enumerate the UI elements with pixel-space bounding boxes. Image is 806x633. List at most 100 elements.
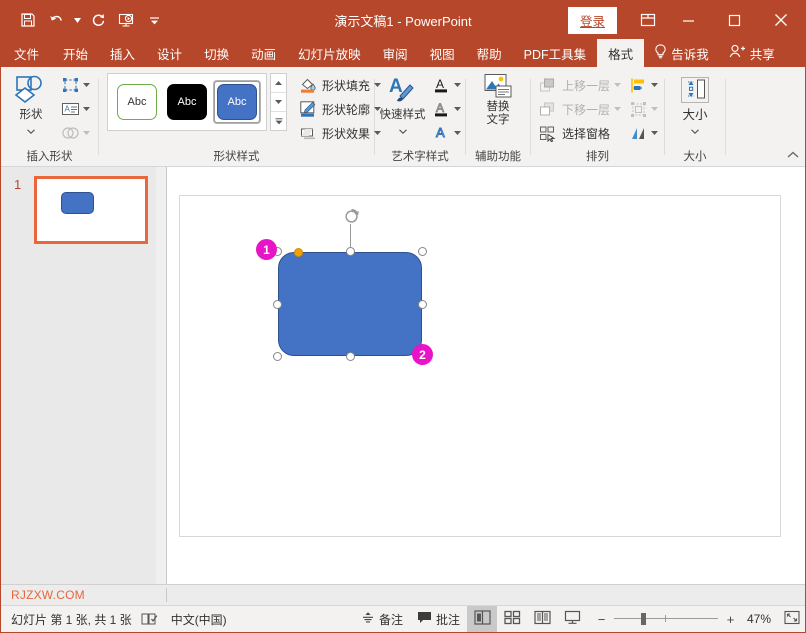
- tab-view[interactable]: 视图: [419, 39, 466, 67]
- sign-in-button[interactable]: 登录: [568, 7, 617, 34]
- ribbon-display-options-icon[interactable]: [631, 1, 665, 39]
- tab-design[interactable]: 设计: [146, 39, 193, 67]
- maximize-button[interactable]: [711, 1, 757, 39]
- notes-button[interactable]: 备注: [354, 606, 410, 632]
- rotate-objects-button[interactable]: [625, 121, 662, 145]
- share-button[interactable]: 共享: [719, 39, 785, 67]
- zoom-out-button[interactable]: −: [595, 612, 608, 627]
- edit-shape-button[interactable]: [57, 73, 94, 97]
- chevron-down-icon[interactable]: [649, 75, 660, 95]
- chevron-down-icon[interactable]: [649, 123, 660, 143]
- tab-slideshow[interactable]: 幻灯片放映: [287, 39, 372, 67]
- tab-review[interactable]: 审阅: [372, 39, 419, 67]
- fit-slide-to-window-button[interactable]: [779, 606, 805, 632]
- chevron-down-icon[interactable]: [649, 99, 660, 119]
- tab-transitions[interactable]: 切换: [193, 39, 240, 67]
- tab-home[interactable]: 开始: [52, 39, 99, 67]
- send-backward-button[interactable]: 下移一层: [535, 97, 625, 121]
- group-icon: [627, 98, 649, 120]
- resize-handle-top-right[interactable]: [418, 247, 427, 256]
- slide-sorter-button[interactable]: [497, 606, 527, 632]
- shape-outline-button[interactable]: 形状轮廓: [295, 97, 385, 121]
- chevron-down-icon[interactable]: [452, 75, 463, 95]
- shape-fill-button[interactable]: 形状填充: [295, 73, 385, 97]
- alt-text-button[interactable]: 替换 文字: [469, 71, 527, 127]
- tab-animations[interactable]: 动画: [240, 39, 287, 67]
- rounded-rectangle-shape[interactable]: [278, 252, 422, 356]
- zoom-slider-thumb[interactable]: [641, 613, 646, 625]
- zoom-slider[interactable]: [614, 612, 718, 626]
- tab-help[interactable]: 帮助: [466, 39, 513, 67]
- undo-button[interactable]: [43, 7, 69, 33]
- resize-handle-bottom-center[interactable]: [346, 352, 355, 361]
- slide-counter[interactable]: 幻灯片 第 1 张, 共 1 张: [11, 611, 132, 628]
- gallery-more-button[interactable]: [271, 112, 286, 130]
- reading-view-button[interactable]: [527, 606, 557, 632]
- customize-quick-access-toolbar-button[interactable]: [141, 7, 167, 33]
- comments-button[interactable]: 批注: [410, 606, 467, 632]
- zoom-level-label[interactable]: 47%: [743, 612, 771, 626]
- start-slideshow-button[interactable]: [113, 7, 139, 33]
- chevron-down-icon[interactable]: [81, 75, 92, 95]
- shape-selection-wrapper[interactable]: 1 2: [278, 252, 422, 356]
- group-objects-button[interactable]: [625, 97, 662, 121]
- collapse-ribbon-button[interactable]: [787, 148, 799, 162]
- size-button[interactable]: 大小: [669, 71, 721, 137]
- bring-forward-button[interactable]: 上移一层: [535, 73, 625, 97]
- gallery-scroll-up-button[interactable]: [271, 74, 286, 93]
- slide-thumbnail-1[interactable]: [34, 176, 148, 244]
- save-button[interactable]: [15, 7, 41, 33]
- shape-effects-button[interactable]: 形状效果: [295, 121, 385, 145]
- minimize-button[interactable]: [665, 1, 711, 39]
- shape-style-3-label: Abc: [217, 84, 257, 120]
- notes-icon: [361, 611, 375, 627]
- selection-pane-button[interactable]: 选择窗格: [535, 121, 625, 145]
- text-box-button[interactable]: A: [57, 97, 94, 121]
- language-indicator[interactable]: 中文(中国): [167, 611, 227, 628]
- resize-handle-bottom-left[interactable]: [273, 352, 282, 361]
- text-outline-button[interactable]: A: [428, 97, 465, 121]
- gallery-scroll-down-button[interactable]: [271, 93, 286, 112]
- tab-pdf-toolkit[interactable]: PDF工具集: [513, 39, 598, 67]
- chevron-down-icon[interactable]: [612, 99, 623, 119]
- thumbnail-pane-scrollbar[interactable]: [156, 167, 166, 584]
- undo-dropdown-caret-icon[interactable]: [71, 7, 83, 33]
- shape-style-2[interactable]: Abc: [165, 82, 209, 122]
- slideshow-view-button[interactable]: [557, 606, 587, 632]
- chevron-down-icon[interactable]: [691, 123, 699, 137]
- wordart-quick-styles-button[interactable]: A 快速样式: [377, 71, 428, 137]
- chevron-down-icon[interactable]: [399, 123, 407, 137]
- close-button[interactable]: [757, 1, 805, 39]
- shape-style-3-selected[interactable]: Abc: [215, 82, 259, 122]
- adjust-corner-handle[interactable]: [294, 248, 303, 257]
- svg-text:A: A: [436, 125, 445, 140]
- chevron-down-icon[interactable]: [612, 75, 623, 95]
- chevron-down-icon[interactable]: [27, 123, 35, 137]
- redo-button[interactable]: [85, 7, 111, 33]
- thumbnail-shape-preview: [61, 192, 94, 214]
- tab-file[interactable]: 文件: [1, 39, 52, 67]
- spellcheck-icon[interactable]: [141, 612, 158, 626]
- zoom-slider-track: [614, 618, 718, 619]
- tab-format[interactable]: 格式: [597, 39, 644, 67]
- merge-shapes-button[interactable]: [57, 121, 94, 145]
- shapes-button[interactable]: 形状: [5, 71, 57, 137]
- rotate-handle-icon[interactable]: [343, 208, 359, 224]
- chevron-down-icon[interactable]: [452, 99, 463, 119]
- zoom-in-button[interactable]: +: [724, 612, 737, 627]
- resize-handle-middle-right[interactable]: [418, 300, 427, 309]
- text-effects-button[interactable]: A: [428, 121, 465, 145]
- chevron-down-icon[interactable]: [81, 123, 92, 143]
- tell-me-box[interactable]: 告诉我: [644, 39, 719, 67]
- normal-view-button[interactable]: [467, 606, 497, 632]
- tab-insert[interactable]: 插入: [99, 39, 146, 67]
- text-fill-button[interactable]: A: [428, 73, 465, 97]
- chevron-down-icon[interactable]: [452, 123, 463, 143]
- resize-handle-middle-left[interactable]: [273, 300, 282, 309]
- slide-canvas[interactable]: 1 2: [179, 195, 781, 537]
- bring-forward-icon: [537, 74, 559, 96]
- chevron-down-icon[interactable]: [81, 99, 92, 119]
- align-objects-button[interactable]: [625, 73, 662, 97]
- shape-style-1[interactable]: Abc: [115, 82, 159, 122]
- resize-handle-top-center[interactable]: [346, 247, 355, 256]
